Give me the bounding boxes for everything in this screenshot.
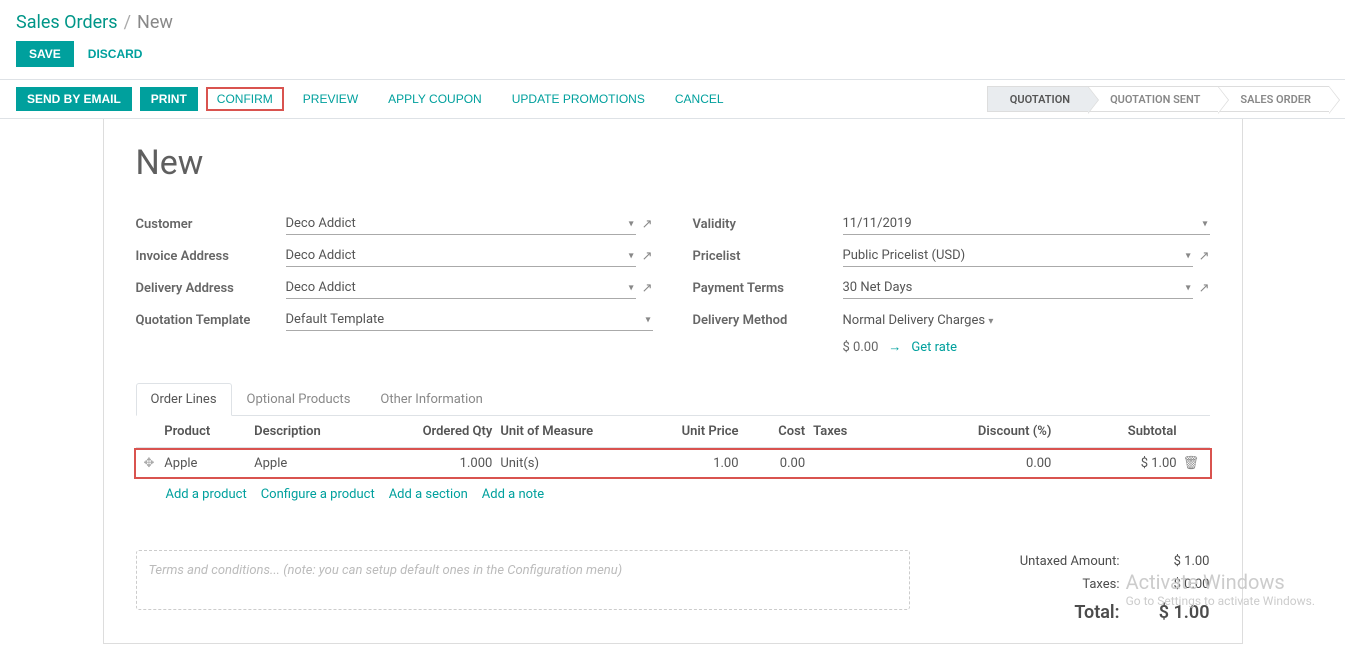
- external-link-icon[interactable]: ↗: [1199, 281, 1210, 296]
- status-steps: QUOTATION QUOTATION SENT SALES ORDER: [987, 86, 1329, 112]
- toolbar: SEND BY EMAIL PRINT CONFIRM PREVIEW APPL…: [0, 79, 1345, 119]
- customer-field[interactable]: Deco Addict▾: [286, 213, 636, 235]
- cancel-button[interactable]: CANCEL: [664, 87, 735, 111]
- payment-terms-label: Payment Terms: [693, 281, 843, 296]
- external-link-icon[interactable]: ↗: [642, 281, 653, 296]
- taxes-label: Taxes:: [930, 577, 1140, 592]
- cell-discount[interactable]: 0.00: [889, 456, 1060, 471]
- chevron-down-icon: ▾: [629, 282, 634, 293]
- invoice-address-label: Invoice Address: [136, 249, 286, 264]
- col-header-subtotal: Subtotal: [1059, 424, 1182, 439]
- chevron-down-icon: ▾: [629, 250, 634, 261]
- untaxed-amount-label: Untaxed Amount:: [930, 554, 1140, 569]
- status-quotation-sent[interactable]: QUOTATION SENT: [1088, 86, 1218, 112]
- trash-icon[interactable]: 🗑: [1183, 456, 1202, 471]
- col-header-discount: Discount (%): [889, 424, 1060, 439]
- order-lines-table: Product Description Ordered Qty Unit of …: [136, 416, 1210, 510]
- col-header-cost: Cost: [747, 424, 814, 439]
- chevron-down-icon: ▾: [629, 218, 634, 229]
- invoice-address-field[interactable]: Deco Addict▾: [286, 245, 636, 267]
- external-link-icon[interactable]: ↗: [1199, 249, 1210, 264]
- delivery-method-field[interactable]: Normal Delivery Charges ▾: [843, 310, 1210, 331]
- quotation-template-field[interactable]: Default Template▾: [286, 309, 653, 331]
- save-button[interactable]: SAVE: [16, 41, 74, 67]
- external-link-icon[interactable]: ↗: [642, 217, 653, 232]
- cell-subtotal: $ 1.00: [1059, 456, 1182, 471]
- cell-description[interactable]: Apple: [254, 456, 415, 471]
- chevron-down-icon: ▾: [1186, 282, 1191, 293]
- delivery-method-label: Delivery Method: [693, 313, 843, 328]
- print-button[interactable]: PRINT: [140, 87, 198, 111]
- total-value: $ 1.00: [1140, 602, 1210, 623]
- cell-cost[interactable]: 0.00: [747, 456, 814, 471]
- totals-panel: Untaxed Amount: $ 1.00 Taxes: $ 0.00 Tot…: [930, 550, 1210, 627]
- untaxed-amount-value: $ 1.00: [1140, 554, 1210, 569]
- pricelist-field[interactable]: Public Pricelist (USD)▾: [843, 245, 1193, 267]
- discard-button[interactable]: DISCARD: [88, 47, 143, 61]
- cell-unit-price[interactable]: 1.00: [614, 456, 747, 471]
- validity-label: Validity: [693, 217, 843, 232]
- chevron-down-icon: ▾: [1186, 250, 1191, 261]
- cell-qty[interactable]: 1.000: [415, 456, 501, 471]
- add-section-link[interactable]: Add a section: [389, 487, 468, 502]
- arrow-right-icon: →: [888, 339, 901, 355]
- status-sales-order[interactable]: SALES ORDER: [1218, 86, 1329, 112]
- col-header-uom: Unit of Measure: [500, 424, 613, 439]
- external-link-icon[interactable]: ↗: [642, 249, 653, 264]
- delivery-address-field[interactable]: Deco Addict▾: [286, 277, 636, 299]
- col-header-qty: Ordered Qty: [415, 424, 501, 439]
- chevron-down-icon: ▾: [645, 314, 650, 325]
- col-header-taxes: Taxes: [813, 424, 889, 439]
- payment-terms-field[interactable]: 30 Net Days▾: [843, 277, 1193, 299]
- drag-handle-icon[interactable]: ✥: [144, 456, 165, 471]
- taxes-value: $ 0.00: [1140, 577, 1210, 592]
- tab-optional-products[interactable]: Optional Products: [232, 383, 366, 416]
- breadcrumb-current: New: [137, 12, 173, 33]
- preview-button[interactable]: PREVIEW: [292, 87, 369, 111]
- total-label: Total:: [930, 602, 1140, 623]
- col-header-product: Product: [164, 424, 254, 439]
- apply-coupon-button[interactable]: APPLY COUPON: [377, 87, 493, 111]
- page-title: New: [136, 143, 1210, 183]
- delivery-address-label: Delivery Address: [136, 281, 286, 296]
- chevron-down-icon: ▾: [988, 316, 993, 327]
- breadcrumb-sep: /: [124, 12, 131, 33]
- add-note-link[interactable]: Add a note: [482, 487, 544, 502]
- cell-uom[interactable]: Unit(s): [500, 456, 613, 471]
- col-header-description: Description: [254, 424, 415, 439]
- add-product-link[interactable]: Add a product: [166, 487, 247, 502]
- cell-product[interactable]: Apple: [164, 456, 254, 471]
- confirm-button[interactable]: CONFIRM: [206, 87, 284, 111]
- col-header-unit-price: Unit Price: [614, 424, 747, 439]
- status-quotation[interactable]: QUOTATION: [987, 86, 1088, 112]
- quotation-template-label: Quotation Template: [136, 313, 286, 328]
- tab-bar: Order Lines Optional Products Other Info…: [136, 383, 1210, 416]
- table-row[interactable]: ✥ Apple Apple 1.000 Unit(s) 1.00 0.00 0.…: [134, 448, 1212, 479]
- tab-other-information[interactable]: Other Information: [365, 383, 497, 416]
- get-rate-link[interactable]: Get rate: [911, 340, 957, 355]
- configure-product-link[interactable]: Configure a product: [261, 487, 375, 502]
- send-by-email-button[interactable]: SEND BY EMAIL: [16, 87, 132, 111]
- pricelist-label: Pricelist: [693, 249, 843, 264]
- header-actions: SAVE DISCARD: [0, 41, 1345, 79]
- chevron-down-icon: ▾: [1202, 218, 1207, 229]
- breadcrumb: Sales Orders / New: [0, 0, 1345, 41]
- form-sheet: New Customer Deco Addict▾ ↗ Invoice Addr…: [103, 119, 1243, 644]
- customer-label: Customer: [136, 217, 286, 232]
- delivery-cost-value: $ 0.00: [843, 340, 879, 355]
- validity-field[interactable]: 11/11/2019▾: [843, 213, 1210, 235]
- tab-order-lines[interactable]: Order Lines: [136, 383, 232, 416]
- update-promotions-button[interactable]: UPDATE PROMOTIONS: [501, 87, 656, 111]
- breadcrumb-parent[interactable]: Sales Orders: [16, 12, 118, 33]
- terms-and-conditions-input[interactable]: Terms and conditions... (note: you can s…: [136, 550, 910, 610]
